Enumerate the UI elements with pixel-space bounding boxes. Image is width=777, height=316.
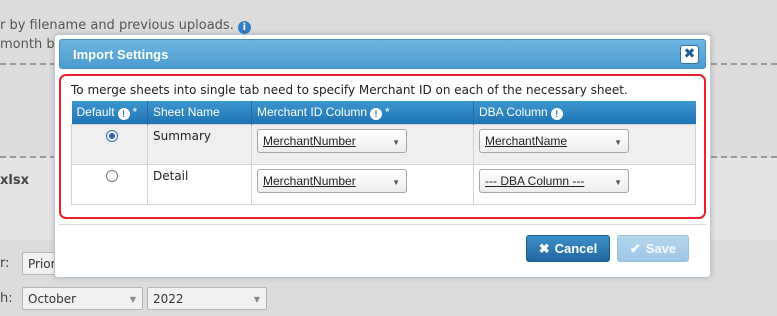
merchant-id-cell: MerchantNumber ▼ bbox=[251, 163, 474, 205]
dba-select[interactable]: MerchantName ▼ bbox=[479, 128, 629, 153]
chevron-down-icon: ▼ bbox=[614, 137, 622, 147]
table-row: Detail MerchantNumber ▼ --- DBA Column --… bbox=[71, 163, 696, 205]
info-icon[interactable]: ! bbox=[370, 107, 383, 120]
column-header-default: Default! * bbox=[71, 101, 148, 124]
default-cell bbox=[71, 163, 148, 205]
column-header-dba: DBA Column! bbox=[473, 101, 696, 124]
table-header-row: Default! * Sheet Name Merchant ID Column!… bbox=[71, 101, 696, 124]
chevron-down-icon: ▼ bbox=[392, 177, 400, 187]
column-header-sheet-name: Sheet Name bbox=[147, 101, 252, 124]
close-icon: ✖ bbox=[538, 241, 550, 256]
merchant-id-select[interactable]: MerchantNumber ▼ bbox=[257, 168, 407, 193]
cancel-button[interactable]: ✖ Cancel bbox=[526, 235, 610, 262]
required-mark: * bbox=[132, 104, 138, 119]
chevron-down-icon: ▼ bbox=[392, 137, 400, 147]
default-radio[interactable] bbox=[106, 169, 118, 182]
column-header-merchant-id: Merchant ID Column! * bbox=[251, 101, 474, 124]
merchant-id-cell: MerchantNumber ▼ bbox=[251, 123, 474, 165]
close-icon[interactable]: ✖ bbox=[680, 45, 699, 64]
save-button[interactable]: ✔ Save bbox=[617, 235, 689, 262]
sheet-settings-table: Default! * Sheet Name Merchant ID Column!… bbox=[71, 101, 696, 205]
footer-divider bbox=[59, 224, 706, 225]
bg-description-text: r by filename and previous uploads. i bbox=[0, 18, 251, 34]
merge-note: To merge sheets into single tab need to … bbox=[71, 83, 628, 97]
sheet-name-cell: Summary bbox=[147, 123, 252, 165]
default-radio[interactable] bbox=[106, 129, 118, 142]
check-icon: ✔ bbox=[629, 241, 641, 256]
table-row: Summary MerchantNumber ▼ MerchantName ▼ bbox=[71, 123, 696, 165]
info-icon[interactable]: ! bbox=[550, 107, 563, 120]
dialog-title: Import Settings bbox=[73, 47, 169, 62]
merchant-id-select[interactable]: MerchantNumber ▼ bbox=[257, 128, 407, 153]
sheet-name-cell: Detail bbox=[147, 163, 252, 205]
info-icon[interactable]: ! bbox=[117, 107, 130, 120]
import-settings-dialog: Import Settings ✖ To merge sheets into s… bbox=[54, 34, 711, 278]
chevron-down-icon: ▼ bbox=[129, 295, 136, 304]
field-label: h: bbox=[0, 291, 13, 306]
dba-cell: --- DBA Column --- ▼ bbox=[473, 163, 696, 205]
chevron-down-icon: ▼ bbox=[614, 177, 622, 187]
dba-select[interactable]: --- DBA Column --- ▼ bbox=[479, 168, 629, 193]
settings-frame: To merge sheets into single tab need to … bbox=[59, 74, 706, 219]
info-icon[interactable]: i bbox=[237, 21, 251, 34]
field-label: r: bbox=[0, 256, 10, 271]
default-cell bbox=[71, 123, 148, 165]
year-select[interactable]: 2022 ▼ bbox=[147, 287, 267, 310]
chevron-down-icon: ▼ bbox=[253, 295, 260, 304]
dialog-header[interactable]: Import Settings ✖ bbox=[59, 39, 706, 69]
file-name: xlsx bbox=[0, 173, 29, 188]
required-mark: * bbox=[385, 104, 390, 119]
month-select[interactable]: October ▼ bbox=[22, 287, 143, 310]
dba-cell: MerchantName ▼ bbox=[473, 123, 696, 165]
